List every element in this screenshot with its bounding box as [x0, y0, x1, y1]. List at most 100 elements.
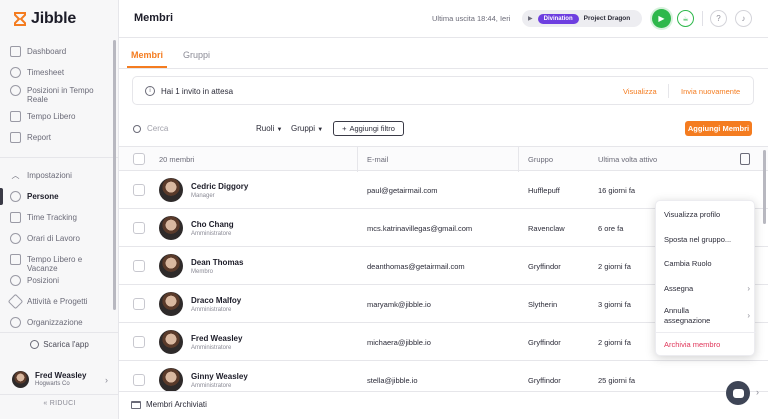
sidebar-item-timesheet[interactable]: Timesheet — [0, 67, 74, 78]
download-app-link[interactable]: Scarica l'app — [0, 340, 119, 349]
member-group: Slytherin — [528, 300, 558, 309]
row-checkbox[interactable] — [133, 222, 145, 234]
avatar — [159, 216, 183, 240]
select-all-checkbox[interactable] — [133, 153, 145, 165]
menu-item-archive-member[interactable]: Archivia membro — [664, 340, 752, 350]
sidebar-item-live-locations[interactable]: Posizioni in Tempo Reale — [0, 85, 117, 104]
sidebar-item-people[interactable]: Persone — [0, 188, 69, 205]
member-email: deanthomas@getairmail.com — [367, 262, 465, 271]
break-button[interactable]: ☕ — [677, 10, 694, 27]
tab-groups[interactable]: Gruppi — [179, 46, 214, 68]
brand-logo[interactable]: Jibble — [0, 0, 118, 38]
clock-in-button[interactable]: ▶ — [652, 9, 671, 28]
row-checkbox[interactable] — [133, 184, 145, 196]
email-header[interactable]: E-mail — [367, 155, 388, 164]
member-group: Hufflepuff — [528, 186, 560, 195]
collapse-sidebar-button[interactable]: « RIDUCI — [0, 400, 119, 407]
member-last-active: 2 giorni fa — [598, 338, 631, 347]
sidebar-item-time-tracking[interactable]: Time Tracking — [0, 212, 87, 223]
groups-filter-dropdown[interactable]: Gruppi ▼ — [291, 124, 323, 133]
sidebar-divider — [0, 157, 119, 158]
sidebar-item-time-off-holidays[interactable]: Tempo Libero e Vacanze — [0, 254, 119, 273]
member-group: Gryffindor — [528, 262, 561, 271]
chevron-right-icon: › — [105, 375, 108, 385]
table-footer: Membri Archiviati — [119, 391, 768, 419]
chevron-up-icon: ︿ — [11, 171, 20, 180]
help-button[interactable]: ? — [710, 10, 727, 27]
tabs-divider — [119, 68, 768, 69]
member-name[interactable]: Cho Chang — [191, 220, 234, 229]
sidebar-item-time-off[interactable]: Tempo Libero — [0, 111, 85, 122]
pending-invite-banner: i Hai 1 invito in attesa Visualizza Invi… — [132, 76, 754, 105]
time-tracker-widget[interactable]: ▶ Divination Project Dragon — [522, 10, 642, 27]
row-checkbox[interactable] — [133, 336, 145, 348]
archived-members-link[interactable]: Membri Archiviati — [131, 400, 207, 409]
sidebar-item-organization[interactable]: Organizzazione — [0, 317, 93, 328]
member-name[interactable]: Dean Thomas — [191, 258, 243, 267]
people-icon — [10, 191, 21, 202]
brand-name: Jibble — [31, 10, 77, 27]
menu-item-view-profile[interactable]: Visualizza profilo — [664, 210, 752, 220]
sidebar-item-settings[interactable]: ︿ Impostazioni — [0, 171, 82, 180]
member-context-menu: Visualizza profilo Sposta nel gruppo... … — [655, 200, 756, 356]
chat-support-button[interactable] — [726, 381, 750, 405]
caret-down-icon: ▼ — [317, 127, 324, 133]
group-header[interactable]: Gruppo — [528, 155, 553, 164]
menu-item-move-to-group[interactable]: Sposta nel gruppo... — [664, 235, 752, 245]
sidebar-item-work-schedules[interactable]: Orari di Lavoro — [0, 233, 90, 244]
sidebar-item-label: Impostazioni — [27, 171, 72, 180]
bell-icon: ♪ — [741, 14, 746, 23]
last-active-header[interactable]: Ultima volta attivo — [598, 155, 657, 164]
member-email: michaera@jibble.io — [367, 338, 431, 347]
search-input[interactable]: Cerca — [133, 124, 168, 133]
play-icon: ▶ — [658, 14, 665, 23]
member-last-active: 25 giorni fa — [598, 376, 636, 385]
row-checkbox[interactable] — [133, 298, 145, 310]
notifications-button[interactable]: ♪ — [735, 10, 752, 27]
add-filter-button[interactable]: + Aggiungi filtro — [333, 121, 404, 136]
add-members-button[interactable]: Aggiungi Membri — [685, 121, 752, 136]
avatar — [159, 368, 183, 392]
export-icon[interactable] — [740, 153, 750, 165]
member-role: Manager — [191, 193, 215, 199]
member-role: Amministratore — [191, 307, 232, 313]
menu-item-assign[interactable]: Assegna › — [664, 284, 752, 294]
sidebar-item-label: Dashboard — [27, 47, 67, 56]
top-bar: Membri Ultima uscita 18:44, Ieri ▶ Divin… — [119, 0, 768, 38]
chevron-right-icon[interactable]: › — [756, 387, 759, 397]
sidebar-item-label: Report — [27, 133, 52, 142]
tab-bar: Membri Gruppi — [127, 46, 214, 68]
member-name[interactable]: Fred Weasley — [191, 334, 242, 343]
chevron-right-icon: › — [747, 284, 750, 293]
sidebar-item-label: Organizzazione — [27, 318, 83, 327]
tab-members[interactable]: Membri — [127, 46, 168, 68]
resend-invite-link[interactable]: Invia nuovamente — [681, 87, 740, 96]
member-role: Membro — [191, 269, 214, 275]
sidebar-item-dashboard[interactable]: Dashboard — [0, 46, 76, 57]
sidebar-item-locations[interactable]: Posizioni — [0, 275, 69, 286]
table-scrollbar[interactable] — [763, 150, 766, 224]
view-invite-link[interactable]: Visualizza — [623, 87, 657, 96]
menu-item-change-role[interactable]: Cambia Ruolo — [664, 259, 752, 269]
sidebar: Jibble Dashboard Timesheet Posizioni in … — [0, 0, 119, 419]
coffee-icon: ☕ — [682, 15, 689, 23]
archived-members-label: Membri Archiviati — [146, 400, 207, 409]
member-group: Gryffindor — [528, 376, 561, 385]
row-checkbox[interactable] — [133, 374, 145, 386]
member-last-active: 2 giorni fa — [598, 262, 631, 271]
invite-divider — [668, 84, 669, 98]
member-name[interactable]: Ginny Weasley — [191, 372, 248, 381]
menu-item-unassign[interactable]: Annulla assegnazione › — [664, 306, 752, 326]
sidebar-item-activities-projects[interactable]: Attività e Progetti — [0, 293, 97, 310]
member-name[interactable]: Draco Malfoy — [191, 296, 241, 305]
avatar — [159, 330, 183, 354]
user-profile-card[interactable]: Fred Weasley Hogwarts Co › — [6, 366, 114, 392]
plus-icon: + — [342, 124, 347, 133]
sidebar-scrollbar[interactable] — [113, 40, 116, 310]
sidebar-item-label: Tempo Libero e Vacanze — [27, 255, 83, 273]
roles-filter-dropdown[interactable]: Ruoli ▼ — [256, 124, 282, 133]
location-pin-icon — [10, 275, 21, 286]
row-checkbox[interactable] — [133, 260, 145, 272]
member-name[interactable]: Cedric Diggory — [191, 182, 248, 191]
sidebar-item-report[interactable]: Report — [0, 132, 61, 143]
